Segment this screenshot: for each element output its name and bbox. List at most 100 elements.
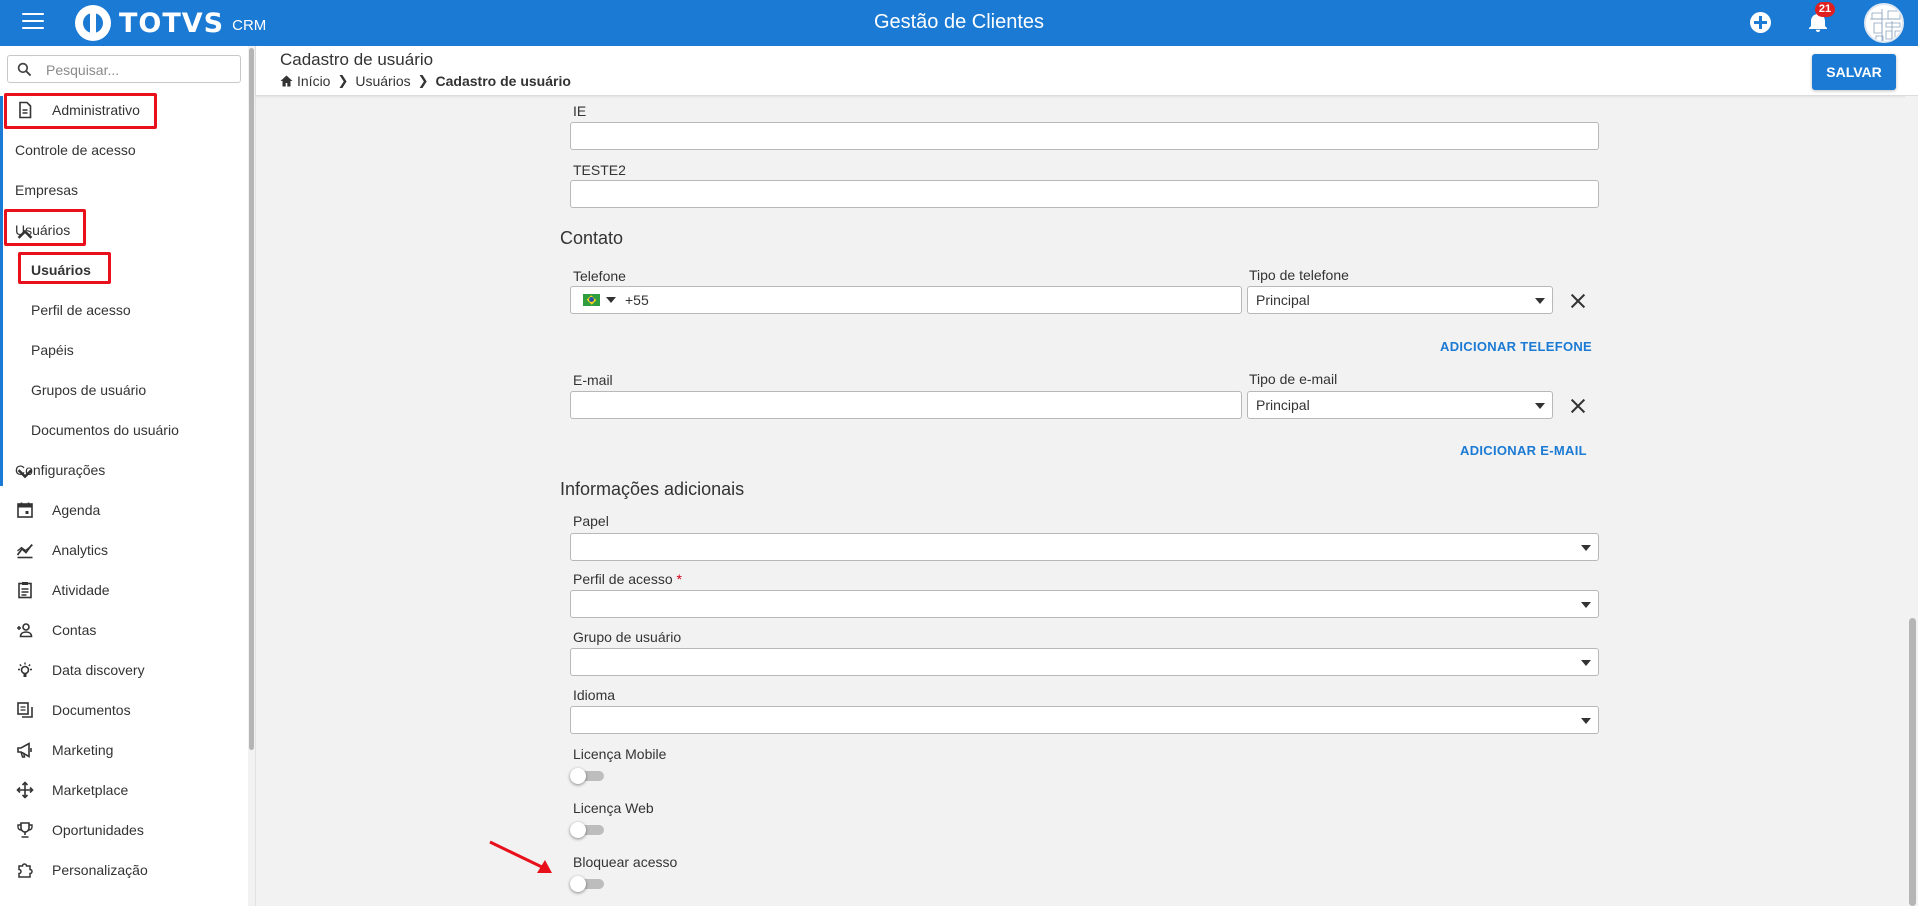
phone-prefix: +55 xyxy=(625,292,649,308)
main-scrollbar-thumb[interactable] xyxy=(1909,618,1916,906)
perfil-de-acesso-label-text: Perfil de acesso xyxy=(573,571,673,587)
email-field[interactable] xyxy=(570,391,1242,419)
licenca-web-label: Licença Web xyxy=(573,800,654,816)
tipo-email-value: Principal xyxy=(1256,397,1310,413)
sidebar-item-analytics[interactable]: Analytics xyxy=(0,534,246,566)
idioma-select[interactable] xyxy=(570,706,1599,734)
sidebar-item-marketplace[interactable]: Marketplace xyxy=(0,774,246,806)
sidebar-scrollbar-thumb[interactable] xyxy=(249,48,254,750)
teste2-label: TESTE2 xyxy=(573,162,626,178)
calendar-icon xyxy=(17,502,33,518)
breadcrumb-separator-icon: ❯ xyxy=(337,73,349,88)
country-dropdown-icon[interactable] xyxy=(606,297,616,303)
sidebar-item-personalizacao[interactable]: Personalização xyxy=(0,854,246,886)
sidebar-item-label: Personalização xyxy=(52,862,148,878)
page-title: Cadastro de usuário xyxy=(280,50,434,69)
sidebar-item-agenda[interactable]: Agenda xyxy=(0,494,246,526)
remove-phone-icon[interactable] xyxy=(1571,294,1585,308)
move-icon xyxy=(16,781,34,799)
sidebar-item-label: Oportunidades xyxy=(52,822,144,838)
sidebar-item-marketing[interactable]: Marketing xyxy=(0,734,246,766)
caret-down-icon xyxy=(1535,298,1545,304)
perfil-de-acesso-select[interactable] xyxy=(570,590,1599,618)
email-label: E-mail xyxy=(573,372,613,388)
breadcrumb-home[interactable]: Início xyxy=(297,73,330,89)
toggle-knob xyxy=(570,876,586,892)
avatar[interactable] xyxy=(1864,3,1904,43)
bloquear-acesso-label: Bloquear acesso xyxy=(573,854,678,870)
sidebar-item-documentos[interactable]: Documentos xyxy=(0,694,246,726)
add-email-button[interactable]: ADICIONAR E-MAIL xyxy=(1460,443,1587,458)
sidebar-item-label: Controle de acesso xyxy=(15,142,136,158)
teste2-field[interactable] xyxy=(570,180,1599,208)
add-phone-button[interactable]: ADICIONAR TELEFONE xyxy=(1440,339,1592,354)
breadcrumb-current: Cadastro de usuário xyxy=(435,73,571,89)
toggle-knob xyxy=(570,822,586,838)
licenca-mobile-toggle[interactable] xyxy=(570,768,606,784)
sidebar-item-label: Data discovery xyxy=(52,662,145,678)
breadcrumb: Início ❯ Usuários ❯ Cadastro de usuário xyxy=(280,73,571,89)
grupo-de-usuario-select[interactable] xyxy=(570,648,1599,676)
red-arrow-icon xyxy=(489,840,552,873)
search-input[interactable] xyxy=(46,60,236,80)
remove-email-icon[interactable] xyxy=(1571,399,1585,413)
sidebar-item-configuracoes[interactable]: Configurações xyxy=(0,454,246,486)
sidebar: Administrativo Controle de acesso Empres… xyxy=(0,46,256,906)
sidebar-item-data-discovery[interactable]: Data discovery xyxy=(0,654,246,686)
megaphone-icon xyxy=(17,742,32,758)
ie-field[interactable] xyxy=(570,122,1599,150)
chart-icon xyxy=(16,543,33,559)
sidebar-item-documentos-do-usuario[interactable]: Documentos do usuário xyxy=(0,414,246,446)
contato-section-title: Contato xyxy=(560,228,624,248)
breadcrumb-usuarios[interactable]: Usuários xyxy=(355,73,410,89)
sidebar-item-label: Atividade xyxy=(52,582,110,598)
sidebar-search[interactable] xyxy=(7,55,241,83)
tipo-telefone-select[interactable]: Principal xyxy=(1247,286,1553,314)
tipo-telefone-value: Principal xyxy=(1256,292,1310,308)
sidebar-item-label: Marketplace xyxy=(52,782,129,798)
required-marker: * xyxy=(676,571,682,587)
top-bar: TOTVS CRM Gestão de Clientes 21 xyxy=(0,0,1918,46)
notification-badge: 21 xyxy=(1815,2,1835,17)
brazil-flag-icon[interactable] xyxy=(583,294,600,306)
sidebar-item-perfil-de-acesso[interactable]: Perfil de acesso xyxy=(0,294,246,326)
sidebar-item-grupos-de-usuario[interactable]: Grupos de usuário xyxy=(0,374,246,406)
clipboard-icon xyxy=(18,582,32,599)
sidebar-item-label: Marketing xyxy=(52,742,114,758)
bloquear-acesso-toggle[interactable] xyxy=(570,876,606,892)
puzzle-icon xyxy=(18,863,33,878)
tipo-telefone-label: Tipo de telefone xyxy=(1249,267,1349,283)
sidebar-item-oportunidades[interactable]: Oportunidades xyxy=(0,814,246,846)
papel-select[interactable] xyxy=(570,533,1599,561)
highlight-box-administrativo xyxy=(4,93,157,129)
sidebar-item-controle-de-acesso[interactable]: Controle de acesso xyxy=(0,134,246,166)
sidebar-item-label: Grupos de usuário xyxy=(31,382,147,398)
tipo-email-label: Tipo de e-mail xyxy=(1249,371,1338,387)
add-circle-icon[interactable] xyxy=(1750,12,1771,33)
sidebar-scrollbar[interactable] xyxy=(248,46,255,906)
bulb-icon xyxy=(18,662,32,677)
breadcrumb-separator-icon: ❯ xyxy=(417,73,429,88)
perfil-de-acesso-label: Perfil de acesso * xyxy=(573,571,682,587)
save-button[interactable]: SALVAR xyxy=(1812,54,1896,90)
highlight-box-usuarios xyxy=(18,252,111,284)
page-header: Cadastro de usuário Início ❯ Usuários ❯ … xyxy=(256,46,1918,96)
sidebar-item-empresas[interactable]: Empresas xyxy=(0,174,246,206)
sidebar-item-papeis[interactable]: Papéis xyxy=(0,334,246,366)
main-scrollbar[interactable] xyxy=(1905,96,1918,906)
papel-label: Papel xyxy=(573,513,609,529)
tipo-email-select[interactable]: Principal xyxy=(1247,391,1553,419)
telefone-field[interactable]: +55 xyxy=(570,286,1242,314)
trophy-icon xyxy=(17,822,33,838)
documents-icon xyxy=(17,702,33,718)
people-icon xyxy=(17,623,33,638)
sidebar-item-label: Perfil de acesso xyxy=(31,302,131,318)
licenca-web-toggle[interactable] xyxy=(570,822,606,838)
sidebar-item-label: Empresas xyxy=(15,182,79,198)
home-icon xyxy=(280,75,293,87)
sidebar-item-label: Documentos xyxy=(52,702,131,718)
sidebar-item-contas[interactable]: Contas xyxy=(0,614,246,646)
sidebar-item-atividade[interactable]: Atividade xyxy=(0,574,246,606)
licenca-mobile-label: Licença Mobile xyxy=(573,746,667,762)
caret-down-icon xyxy=(1581,718,1591,724)
